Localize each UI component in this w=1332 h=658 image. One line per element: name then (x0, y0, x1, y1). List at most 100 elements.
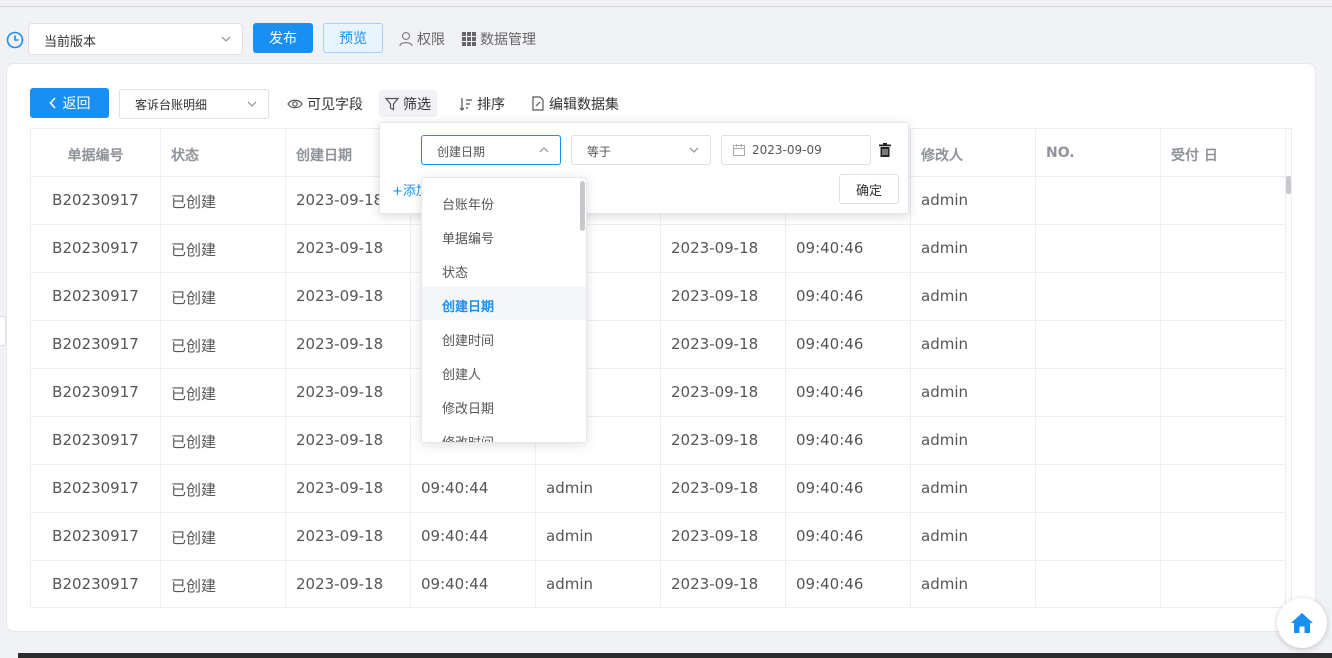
table-scrollbar[interactable] (1286, 176, 1291, 194)
back-button[interactable]: 返回 (30, 88, 109, 118)
home-button[interactable] (1277, 598, 1327, 648)
table-cell (1036, 273, 1161, 321)
table-cell: 09:40:46 (786, 513, 911, 561)
permission-link[interactable]: 权限 (399, 29, 445, 49)
table-cell: 09:40:46 (786, 273, 911, 321)
table-cell (1036, 225, 1161, 273)
dropdown-option[interactable]: 修改日期 (422, 388, 586, 422)
table-cell: B20230917 (31, 273, 161, 321)
bottom-bar (18, 653, 1332, 658)
table-cell: 2023-09-18 (286, 465, 411, 513)
eye-icon (287, 99, 303, 108)
column-header[interactable]: 受付 日 (1161, 129, 1286, 177)
table-cell: 2023-09-18 (286, 321, 411, 369)
table-cell (1161, 417, 1286, 465)
publish-button[interactable]: 发布 (253, 23, 313, 53)
trash-icon[interactable] (879, 143, 891, 157)
dropdown-option[interactable]: 创建人 (422, 354, 586, 388)
table-cell: 已创建 (161, 465, 286, 513)
chevron-left-icon (48, 97, 56, 109)
table-cell: 已创建 (161, 225, 286, 273)
table-cell: 已创建 (161, 561, 286, 607)
table-cell: admin (536, 561, 661, 607)
table-row[interactable]: B20230917 已创建 2023-09-18 2023-09-18 09:4… (31, 417, 1286, 465)
table-row[interactable]: B20230917 已创建 2023-09-18 09:40:44 admin … (31, 513, 1286, 561)
filter-operator-select[interactable]: 等于 (571, 135, 711, 165)
table-row[interactable]: B20230917 已创建 2023-09-18 09:40:44 admin … (31, 561, 1286, 607)
table-cell: 2023-09-18 (661, 321, 786, 369)
table-cell: admin (536, 513, 661, 561)
dropdown-option[interactable]: 台账年份 (422, 184, 586, 218)
chevron-down-icon (689, 147, 699, 153)
table-cell: B20230917 (31, 177, 161, 225)
filter-button[interactable]: 筛选 (379, 90, 437, 117)
table-cell: 2023-09-18 (286, 273, 411, 321)
dropdown-option[interactable]: 修改时间 (422, 422, 586, 442)
table-cell: B20230917 (31, 369, 161, 417)
table-row[interactable]: B20230917 已创建 2023-09-18 09:40:44 admin … (31, 465, 1286, 513)
confirm-button[interactable]: 确定 (839, 174, 899, 204)
edit-dataset-button[interactable]: 编辑数据集 (531, 90, 619, 117)
filter-date-input[interactable]: 2023-09-09 (721, 135, 871, 165)
table-cell: B20230917 (31, 417, 161, 465)
data-manage-link[interactable]: 数据管理 (462, 29, 536, 49)
table-cell: admin (911, 417, 1036, 465)
table-cell: 2023-09-18 (286, 561, 411, 607)
chevron-up-icon (539, 147, 549, 153)
preview-button[interactable]: 预览 (323, 23, 383, 53)
table-cell: B20230917 (31, 465, 161, 513)
table-cell: admin (911, 561, 1036, 607)
table-cell: 09:40:44 (411, 561, 536, 607)
dropdown-option-selected[interactable]: 创建日期 (422, 286, 586, 320)
sort-icon (459, 97, 472, 111)
table-cell: 09:40:46 (786, 561, 911, 607)
table-cell: 2023-09-18 (661, 561, 786, 607)
table-cell: 09:40:46 (786, 225, 911, 273)
table-row[interactable]: B20230917 已创建 2023-09-18 2023-09-18 09:4… (31, 273, 1286, 321)
table-cell: 09:40:46 (786, 321, 911, 369)
table-cell (1161, 465, 1286, 513)
dropdown-scrollbar[interactable] (580, 181, 585, 231)
chevron-down-icon (221, 36, 231, 42)
dataset-select[interactable]: 客诉台账明细 (119, 89, 269, 119)
chevron-down-icon (247, 101, 257, 107)
column-header[interactable]: 单据编号 (31, 129, 161, 177)
filter-label: 筛选 (403, 96, 431, 113)
table-cell (1036, 417, 1161, 465)
table-cell: admin (911, 273, 1036, 321)
clock-icon[interactable] (6, 31, 24, 49)
table-cell (1036, 321, 1161, 369)
sort-button[interactable]: 排序 (459, 90, 505, 117)
table-cell: admin (911, 513, 1036, 561)
table-cell (1161, 321, 1286, 369)
table-row[interactable]: B20230917 已创建 2023-09-18 2023-09-18 09:4… (31, 321, 1286, 369)
filter-field-select[interactable]: 创建日期 (421, 135, 561, 165)
table-row[interactable]: B20230917 已创建 2023-09-18 2023-09-18 09:4… (31, 369, 1286, 417)
table-cell: 已创建 (161, 513, 286, 561)
visible-fields-button[interactable]: 可见字段 (287, 90, 363, 117)
permission-label: 权限 (417, 32, 445, 48)
dropdown-option[interactable]: 单据编号 (422, 218, 586, 252)
table-cell: 09:40:46 (786, 417, 911, 465)
table-cell (1161, 561, 1286, 607)
table-cell: 2023-09-18 (286, 369, 411, 417)
table-cell: 2023-09-18 (286, 513, 411, 561)
column-header[interactable]: 状态 (161, 129, 286, 177)
dataset-select-value: 客诉台账明细 (135, 98, 208, 112)
table-cell: 已创建 (161, 369, 286, 417)
dropdown-option[interactable]: 创建时间 (422, 320, 586, 354)
table-cell: 09:40:44 (411, 465, 536, 513)
version-select[interactable]: 当前版本 (28, 23, 243, 55)
table-cell: admin (911, 465, 1036, 513)
table-cell: 2023-09-18 (661, 513, 786, 561)
table-body: B20230917 已创建 2023-09-18 admin B20230917… (31, 177, 1286, 607)
table-cell (1036, 465, 1161, 513)
table-row[interactable]: B20230917 已创建 2023-09-18 2023-09-18 09:4… (31, 225, 1286, 273)
visible-fields-label: 可见字段 (307, 96, 363, 113)
dropdown-option[interactable]: 状态 (422, 252, 586, 286)
column-header[interactable]: NO. (1036, 129, 1161, 177)
table-cell: admin (536, 465, 661, 513)
add-condition-link[interactable]: +添加 (392, 180, 424, 199)
table-cell (1161, 369, 1286, 417)
column-header[interactable]: 修改人 (911, 129, 1036, 177)
